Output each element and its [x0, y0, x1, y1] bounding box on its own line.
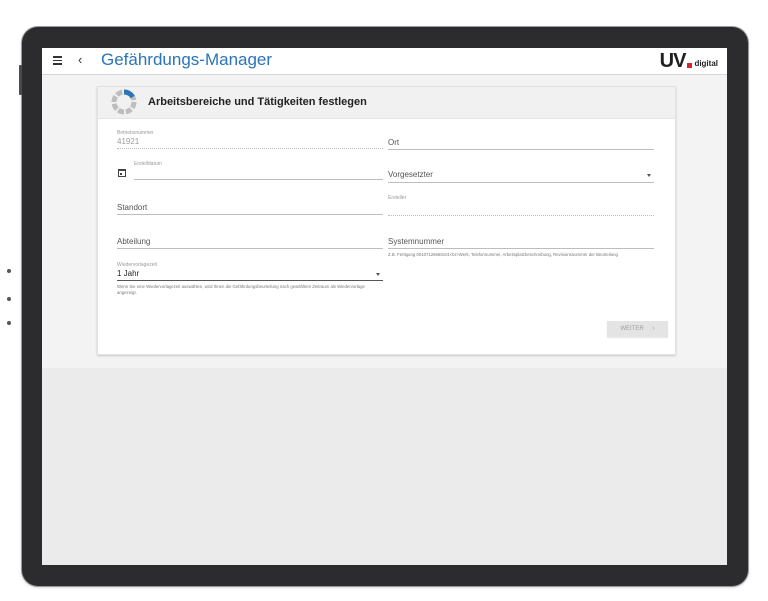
app-screen: ‹ Gefährdungs-Manager UV digital Arbeits…: [42, 48, 727, 565]
card-header: Arbeitsbereiche und Tätigkeiten festlege…: [98, 87, 675, 119]
betriebsnummer-underline: [117, 148, 383, 149]
systemnummer-underline: [388, 248, 654, 249]
wiedervorlagezeit-help: Wenn Sie eine Wiedervorlagezeit auswähle…: [117, 284, 365, 295]
wiedervorlagezeit-underline: [117, 280, 383, 281]
progress-ring-icon: [111, 89, 137, 115]
ersteller-label: Ersteller: [388, 195, 407, 201]
betriebsnummer-field: 41921: [117, 137, 140, 146]
side-sensor: [7, 321, 11, 325]
ort-field[interactable]: Ort: [388, 138, 399, 147]
wiedervorlagezeit-label: Wiedervorlagezeit: [117, 262, 158, 268]
card-title: Arbeitsbereiche und Tätigkeiten festlege…: [148, 96, 367, 108]
uv-digital-logo: UV digital: [660, 49, 718, 71]
calendar-icon[interactable]: [118, 169, 126, 177]
vorgesetzter-select[interactable]: Vorgesetzter: [388, 170, 433, 179]
vorgesetzter-underline: [388, 182, 654, 183]
standort-field[interactable]: Standort: [117, 203, 147, 212]
back-chevron-icon[interactable]: ‹: [78, 52, 82, 68]
abteilung-underline: [117, 248, 383, 249]
systemnummer-help: Z.B. Fertigung 00107126668101<br>Werk, T…: [388, 252, 618, 257]
standort-underline: [117, 214, 383, 215]
systemnummer-field[interactable]: Systemnummer: [388, 237, 444, 246]
logo-uv-text: UV: [659, 50, 687, 72]
logo-red-square: [687, 63, 693, 68]
ersteller-underline: [388, 215, 654, 216]
ort-underline: [388, 149, 654, 150]
betriebsnummer-label: Betriebsnummer: [117, 130, 154, 136]
chevron-down-icon[interactable]: [647, 174, 651, 177]
chevron-down-icon[interactable]: [376, 273, 380, 276]
logo-digital-text: digital: [694, 59, 718, 68]
volume-button: [19, 65, 22, 95]
weiter-button-label: WEITER: [620, 326, 644, 332]
wiedervorlagezeit-select[interactable]: 1 Jahr: [117, 269, 139, 278]
weiter-button[interactable]: WEITER ›: [607, 321, 668, 337]
hamburger-menu-icon[interactable]: [53, 56, 62, 65]
app-title: Gefährdungs-Manager: [101, 50, 273, 69]
side-sensor: [7, 269, 11, 273]
form-card: Arbeitsbereiche und Tätigkeiten festlege…: [97, 86, 676, 355]
erstelldatum-underline: [134, 179, 383, 180]
abteilung-field[interactable]: Abteilung: [117, 237, 150, 246]
side-sensor: [7, 297, 11, 301]
chevron-right-icon: ›: [652, 326, 655, 332]
erstelldatum-label: Erstelldatum: [134, 161, 162, 167]
top-app-bar: ‹ Gefährdungs-Manager UV digital: [42, 48, 727, 75]
